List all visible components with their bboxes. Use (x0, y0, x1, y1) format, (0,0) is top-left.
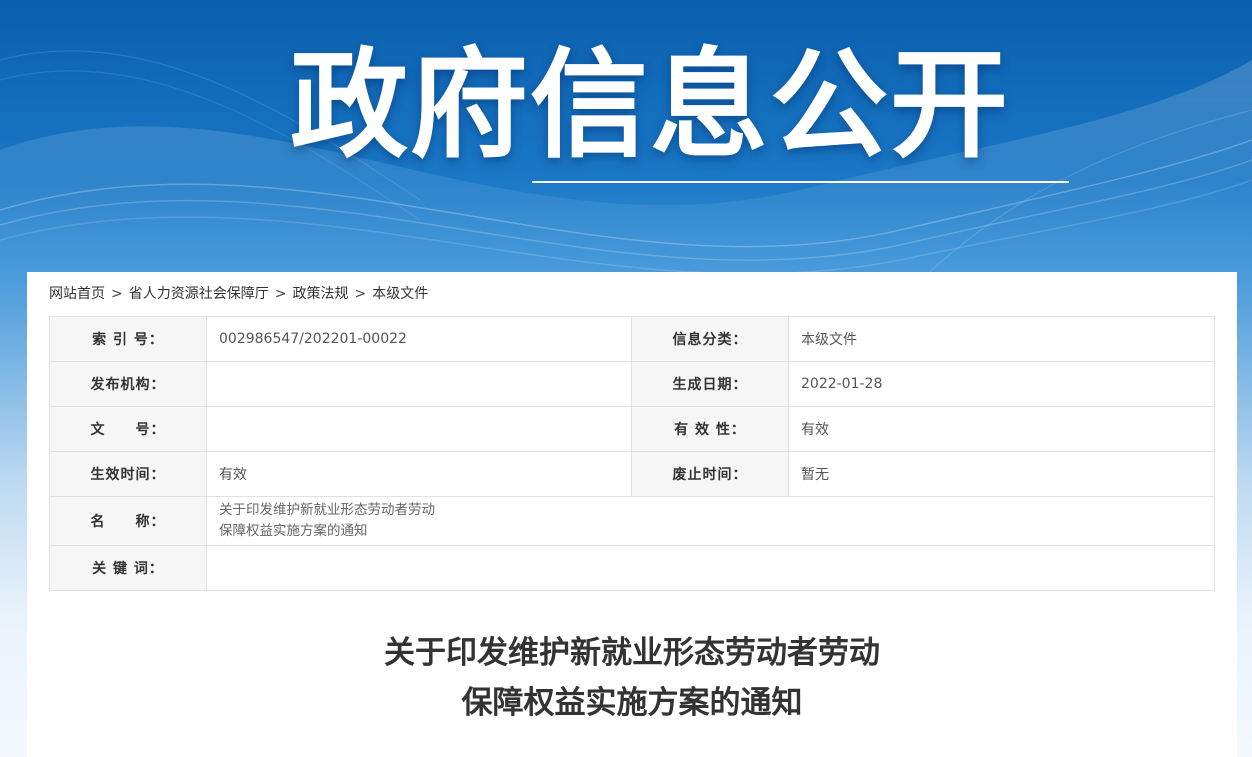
index-no-value: 002986547/202201-00022 (206, 316, 632, 362)
name-value: 关于印发维护新就业形态劳动者劳动 保障权益实施方案的通知 (206, 496, 1215, 546)
expiry-value: 暂无 (788, 451, 1215, 497)
name-line-1: 关于印发维护新就业形态劳动者劳动 (219, 502, 435, 518)
document-meta-table: 索 引 号： 002986547/202201-00022 信息分类： 本级文件… (49, 316, 1215, 591)
effective-label: 生效时间： (49, 451, 207, 497)
breadcrumb-policy[interactable]: 政策法规 (292, 286, 348, 302)
document-title-line-2: 保障权益实施方案的通知 (461, 685, 803, 721)
breadcrumb-current[interactable]: 本级文件 (372, 286, 428, 302)
content-panel: 网站首页 > 省人力资源社会保障厅 > 政策法规 > 本级文件 索 引 号： 0029865… (27, 272, 1237, 757)
banner-underline (532, 181, 1069, 183)
validity-label: 有 效 性： (631, 406, 789, 452)
name-label: 名 称： (49, 496, 207, 546)
category-label: 信息分类： (631, 316, 789, 362)
table-row: 生效时间： 有效 废止时间： 暂无 (49, 451, 1215, 497)
keywords-value (206, 545, 1215, 591)
index-no-label: 索 引 号： (49, 316, 207, 362)
doc-no-label: 文 号： (49, 406, 207, 452)
banner-title: 政府信息公开 (290, 36, 1011, 174)
table-row: 名 称： 关于印发维护新就业形态劳动者劳动 保障权益实施方案的通知 (49, 496, 1215, 546)
date-value: 2022-01-28 (788, 361, 1215, 407)
document-title-line-1: 关于印发维护新就业形态劳动者劳动 (384, 635, 880, 671)
document-title: 关于印发维护新就业形态劳动者劳动 保障权益实施方案的通知 (27, 628, 1237, 728)
date-label: 生成日期： (631, 361, 789, 407)
breadcrumb-department[interactable]: 省人力资源社会保障厅 (129, 286, 269, 302)
breadcrumb-home[interactable]: 网站首页 (49, 286, 105, 302)
publisher-label: 发布机构： (49, 361, 207, 407)
table-row: 发布机构： 生成日期： 2022-01-28 (49, 361, 1215, 407)
breadcrumb-separator: > (354, 286, 367, 302)
breadcrumb-separator: > (274, 286, 287, 302)
table-row: 关 键 词： (49, 545, 1215, 591)
validity-value: 有效 (788, 406, 1215, 452)
breadcrumb-separator: > (111, 286, 123, 302)
expiry-label: 废止时间： (631, 451, 789, 497)
table-row: 索 引 号： 002986547/202201-00022 信息分类： 本级文件 (49, 316, 1215, 362)
keywords-label: 关 键 词： (49, 545, 207, 591)
name-line-2: 保障权益实施方案的通知 (219, 523, 368, 539)
publisher-value (206, 361, 632, 407)
effective-value: 有效 (206, 451, 632, 497)
breadcrumb: 网站首页 > 省人力资源社会保障厅 > 政策法规 > 本级文件 (49, 284, 428, 304)
header-banner: 政府信息公开 (0, 0, 1252, 300)
doc-no-value (206, 406, 632, 452)
table-row: 文 号： 有 效 性： 有效 (49, 406, 1215, 452)
category-value: 本级文件 (788, 316, 1215, 362)
